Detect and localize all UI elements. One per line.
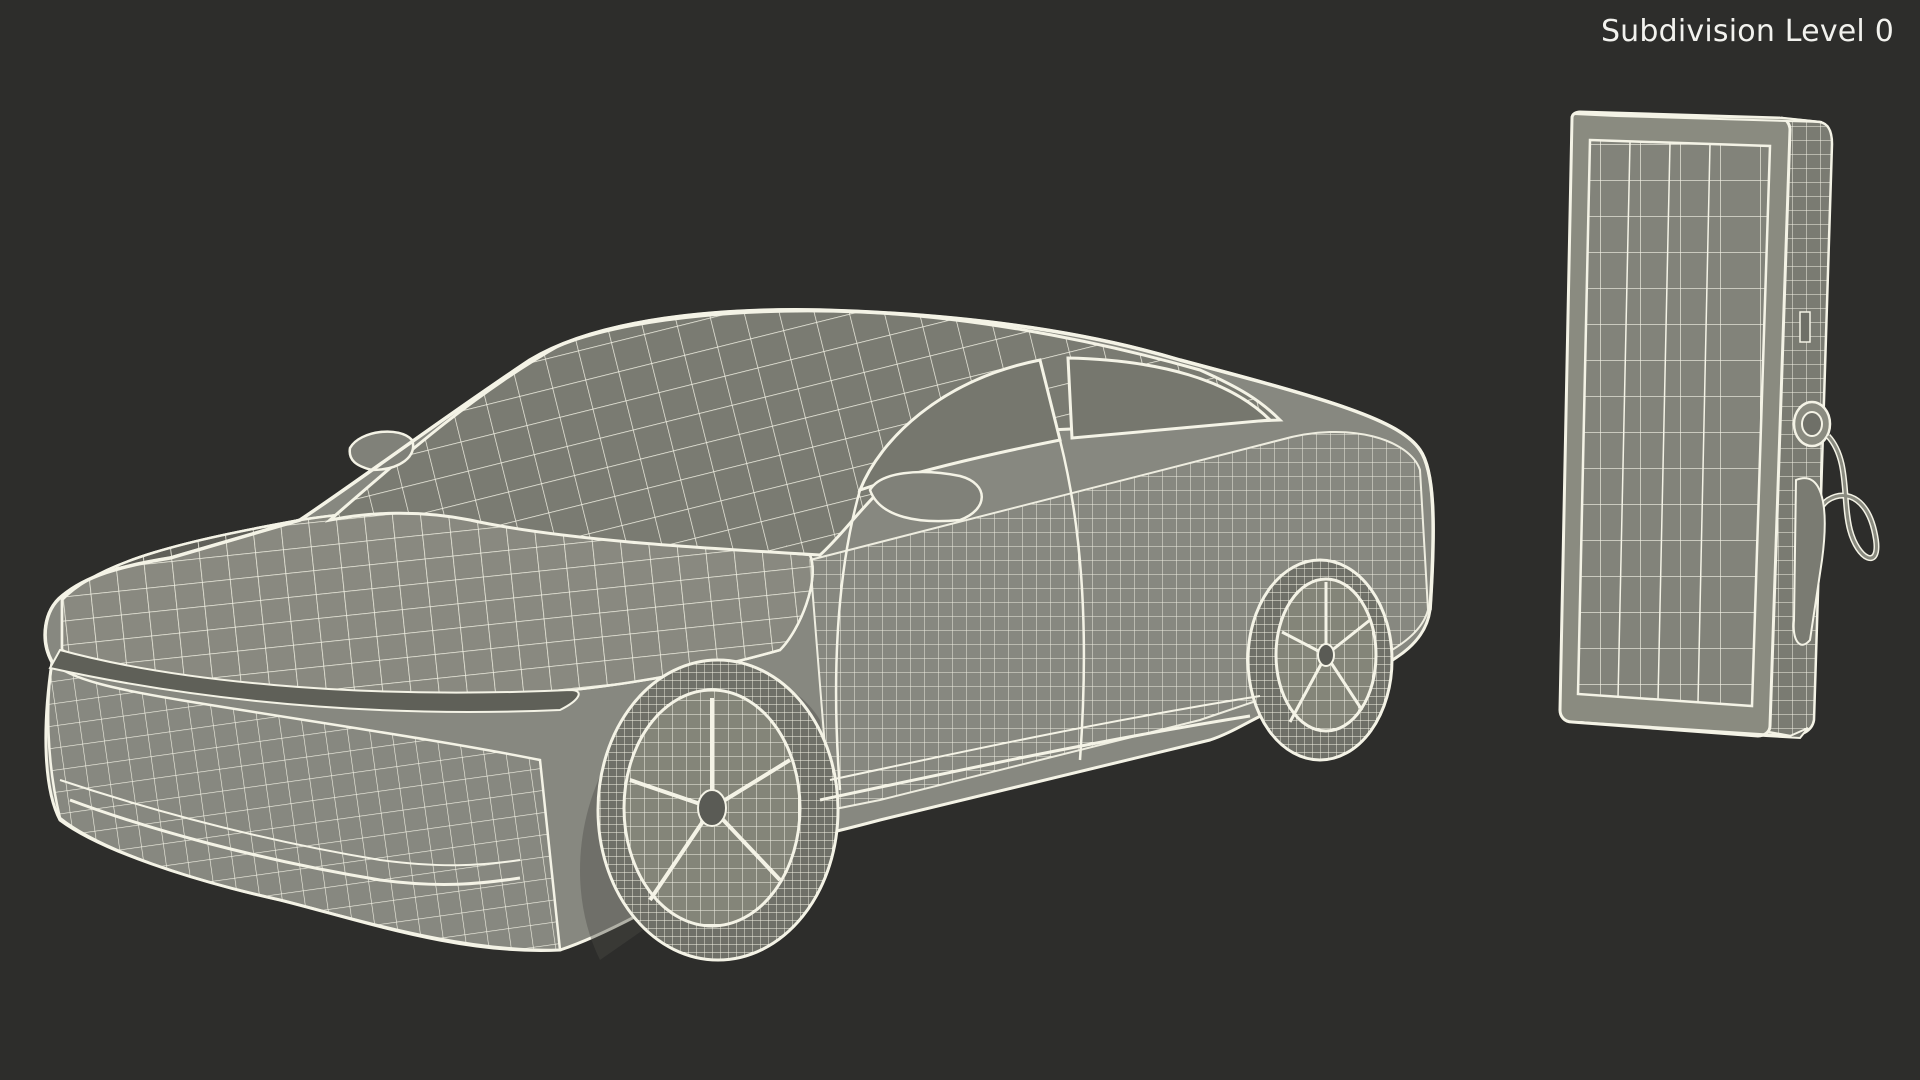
electric-sedan-model[interactable]	[43, 308, 1435, 962]
car-rear-wheel[interactable]	[1246, 558, 1394, 762]
subdivision-level-label: Subdivision Level 0	[1600, 14, 1894, 49]
3d-viewport[interactable]: Subdivision Level 0	[0, 0, 1920, 1080]
scene-canvas[interactable]	[0, 0, 1920, 1080]
charger-connector-holster[interactable]	[1792, 400, 1832, 448]
ev-charging-station-model[interactable]	[1558, 110, 1880, 740]
car-front-wheel[interactable]	[596, 658, 840, 962]
charger-display-slot	[1799, 311, 1811, 343]
